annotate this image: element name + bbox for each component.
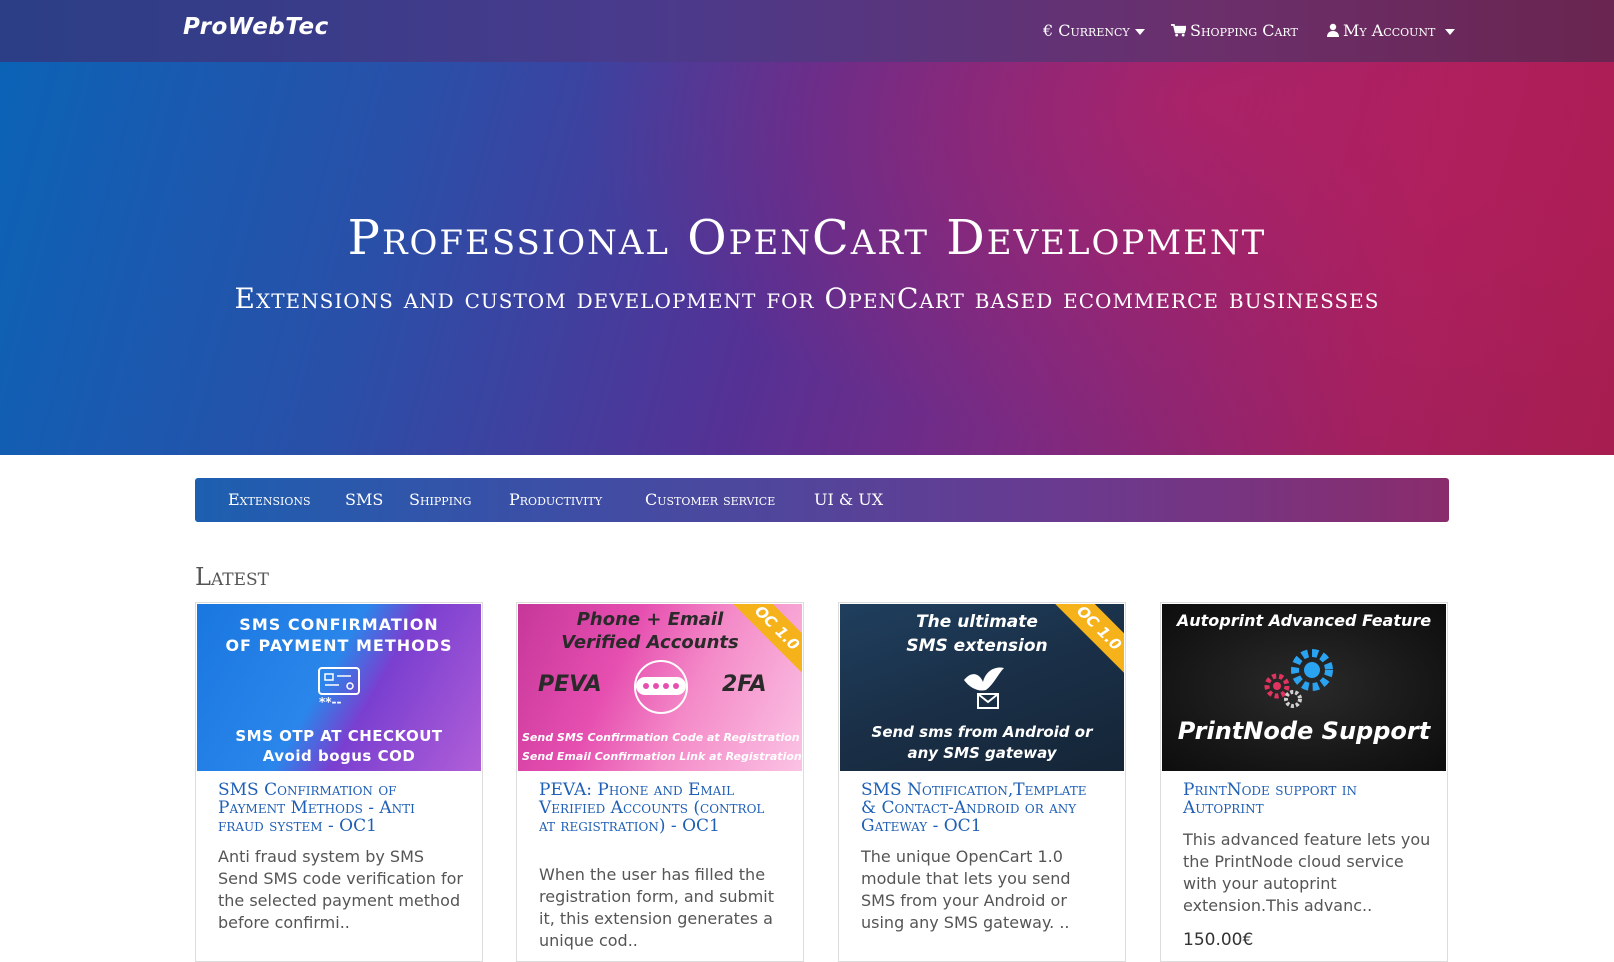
user-icon xyxy=(1327,23,1339,37)
product-description: This advanced feature lets you the Print… xyxy=(1183,830,1431,915)
product-image[interactable]: Autoprint Advanced Feature PrintNode Sup… xyxy=(1162,604,1446,771)
my-account-label: My Account xyxy=(1343,21,1436,40)
currency-label: € Currency xyxy=(1043,21,1130,40)
product-title[interactable]: PEVA: Phone and Email Verified Accounts … xyxy=(539,781,784,835)
product-description: The unique OpenCart 1.0 module that lets… xyxy=(861,847,1071,932)
category-menu: Extensions SMS Shipping Productivity Cus… xyxy=(195,478,1449,522)
image-text: Send SMS Confirmation Code at Registrati… xyxy=(522,731,800,744)
product-card: SMS CONFIRMATION OF PAYMENT METHODS **--… xyxy=(195,602,483,962)
hero-subtitle: Extensions and custom development for Op… xyxy=(234,282,1380,315)
product-image[interactable]: SMS CONFIRMATION OF PAYMENT METHODS **--… xyxy=(197,604,481,771)
currency-dropdown[interactable]: € Currency xyxy=(1043,21,1145,40)
product-price: 150.00€ xyxy=(1183,930,1254,950)
shopping-cart-link[interactable]: Shopping Cart xyxy=(1171,21,1298,40)
svg-text:**--: **-- xyxy=(319,695,342,708)
hero-banner: Professional OpenCart Development Extens… xyxy=(0,62,1614,455)
category-sms[interactable]: SMS xyxy=(345,490,383,509)
image-text: OF PAYMENT METHODS xyxy=(225,636,453,655)
product-title[interactable]: SMS Notification,Template & Contact-Andr… xyxy=(861,781,1106,835)
image-text: Verified Accounts xyxy=(561,632,739,653)
chevron-down-icon xyxy=(1134,28,1145,35)
product-card: Autoprint Advanced Feature PrintNode Sup… xyxy=(1160,602,1448,962)
shopping-cart-icon xyxy=(1171,24,1186,37)
product-title[interactable]: SMS Confirmation of Payment Methods - An… xyxy=(218,781,463,835)
image-text: PEVA xyxy=(538,672,602,697)
image-text: 2FA xyxy=(722,672,767,697)
latest-heading: Latest xyxy=(195,563,270,591)
image-text: Avoid bogus COD xyxy=(262,747,416,765)
category-extensions[interactable]: Extensions xyxy=(228,490,311,509)
gears-icon xyxy=(1264,649,1333,708)
image-text: PrintNode Support xyxy=(1177,717,1431,745)
category-customer-service[interactable]: Customer service xyxy=(645,490,775,509)
category-shipping[interactable]: Shipping xyxy=(409,490,471,509)
my-account-dropdown[interactable]: My Account xyxy=(1327,21,1456,40)
image-text: SMS CONFIRMATION xyxy=(239,615,439,634)
image-text: Send Email Confirmation Link at Registra… xyxy=(522,750,802,763)
dove-envelope-icon xyxy=(964,667,1004,709)
category-ui-ux[interactable]: UI & UX xyxy=(814,490,883,509)
product-description: When the user has filled the registratio… xyxy=(539,865,774,950)
hero-title: Professional OpenCart Development xyxy=(347,210,1267,266)
category-productivity[interactable]: Productivity xyxy=(509,490,602,509)
site-logo[interactable]: ProWebTec xyxy=(183,14,329,40)
shopping-cart-label: Shopping Cart xyxy=(1190,21,1298,40)
image-text: Autoprint Advanced Feature xyxy=(1176,611,1432,630)
product-description: Anti fraud system by SMS Send SMS code v… xyxy=(218,847,464,932)
image-text: SMS OTP AT CHECKOUT xyxy=(235,727,443,745)
product-image[interactable]: Phone + Email Verified Accounts PEVA 2FA… xyxy=(518,604,802,771)
product-title[interactable]: PrintNode support in Autoprint xyxy=(1183,781,1428,817)
product-card: The ultimate SMS extension Send sms from… xyxy=(838,602,1126,962)
chevron-down-icon xyxy=(1445,28,1456,35)
top-navbar: ProWebTec € Currency Shopping Cart My Ac… xyxy=(0,0,1614,62)
product-card: Phone + Email Verified Accounts PEVA 2FA… xyxy=(516,602,804,962)
image-text: SMS extension xyxy=(906,636,1048,656)
image-text: any SMS gateway xyxy=(907,744,1057,762)
product-image[interactable]: The ultimate SMS extension Send sms from… xyxy=(840,604,1124,771)
fingerprint-password-icon xyxy=(634,660,688,714)
image-text: Send sms from Android or xyxy=(871,723,1093,741)
credit-card-icon: **-- xyxy=(318,667,360,708)
